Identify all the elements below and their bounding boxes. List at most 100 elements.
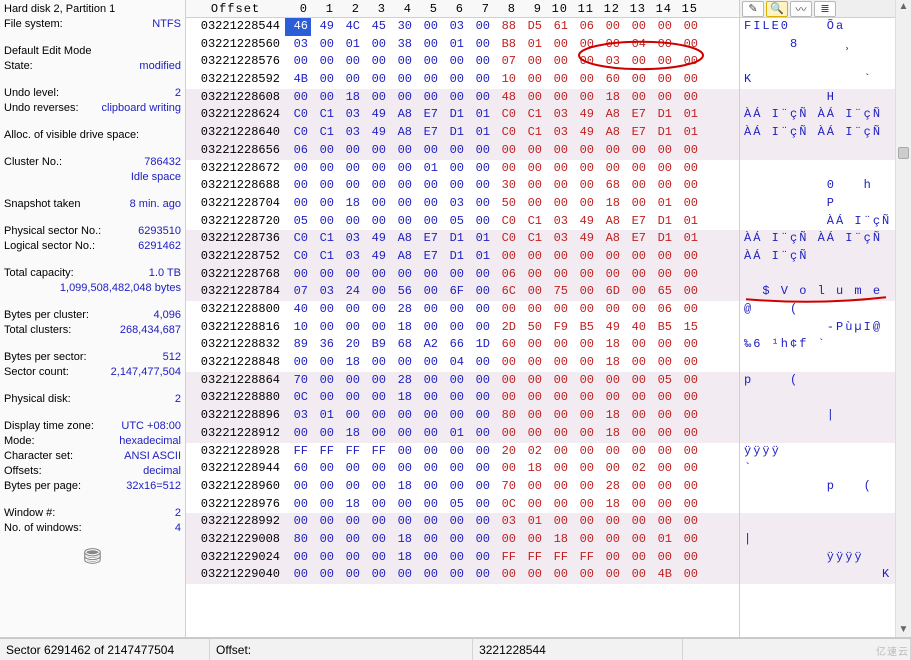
- hex-byte[interactable]: 00: [519, 177, 545, 195]
- hex-byte[interactable]: 24: [337, 283, 363, 301]
- hex-byte[interactable]: 18: [337, 425, 363, 443]
- hex-byte[interactable]: 00: [415, 460, 441, 478]
- hex-byte[interactable]: 15: [675, 319, 701, 337]
- hex-byte[interactable]: 00: [285, 177, 311, 195]
- hex-col-15[interactable]: 15: [675, 2, 701, 16]
- ascii-row[interactable]: p (: [740, 478, 895, 496]
- hex-byte[interactable]: 18: [545, 531, 571, 549]
- hex-byte[interactable]: 00: [311, 195, 337, 213]
- hex-byte[interactable]: 00: [337, 549, 363, 567]
- hex-byte[interactable]: 65: [649, 283, 675, 301]
- hex-byte[interactable]: 00: [389, 407, 415, 425]
- hex-byte[interactable]: 00: [337, 389, 363, 407]
- hex-byte[interactable]: 00: [545, 248, 571, 266]
- hex-byte[interactable]: 00: [519, 425, 545, 443]
- hex-byte[interactable]: C0: [493, 124, 519, 142]
- hex-byte[interactable]: D1: [649, 230, 675, 248]
- hex-byte[interactable]: 05: [649, 372, 675, 390]
- hex-byte[interactable]: 06: [571, 18, 597, 36]
- hex-row[interactable]: 0322122886470000000280000000000000000000…: [186, 372, 739, 390]
- hex-byte[interactable]: 00: [675, 301, 701, 319]
- hex-byte[interactable]: 00: [519, 372, 545, 390]
- hex-byte[interactable]: 18: [597, 336, 623, 354]
- hex-col-3[interactable]: 3: [363, 2, 389, 16]
- row-address[interactable]: 03221228720: [186, 213, 285, 231]
- hex-byte[interactable]: 56: [389, 283, 415, 301]
- hex-byte[interactable]: 00: [337, 531, 363, 549]
- scroll-down-icon[interactable]: ▼: [896, 623, 911, 637]
- hex-byte[interactable]: 00: [311, 53, 337, 71]
- fs-value[interactable]: NTFS: [152, 17, 181, 32]
- hex-byte[interactable]: 00: [649, 389, 675, 407]
- hex-byte[interactable]: 00: [467, 53, 493, 71]
- hex-byte[interactable]: 01: [311, 407, 337, 425]
- hex-byte[interactable]: 00: [467, 478, 493, 496]
- scroll-thumb[interactable]: [898, 147, 909, 159]
- row-address[interactable]: 03221228672: [186, 160, 285, 178]
- hex-byte[interactable]: 00: [571, 407, 597, 425]
- hex-byte[interactable]: FF: [519, 549, 545, 567]
- hex-byte[interactable]: 00: [389, 513, 415, 531]
- hex-byte[interactable]: 03: [493, 513, 519, 531]
- hex-byte[interactable]: 00: [389, 425, 415, 443]
- hex-byte[interactable]: 00: [649, 354, 675, 372]
- hex-byte[interactable]: 00: [545, 425, 571, 443]
- hex-byte[interactable]: 00: [545, 53, 571, 71]
- phys-sector-value[interactable]: 6293510: [138, 224, 181, 239]
- hex-byte[interactable]: 00: [675, 372, 701, 390]
- hex-byte[interactable]: C0: [493, 213, 519, 231]
- hex-byte[interactable]: 01: [675, 124, 701, 142]
- hex-byte[interactable]: 00: [389, 460, 415, 478]
- hex-byte[interactable]: 00: [311, 513, 337, 531]
- hex-byte[interactable]: 00: [415, 513, 441, 531]
- hex-byte[interactable]: 07: [285, 283, 311, 301]
- hex-byte[interactable]: 00: [441, 372, 467, 390]
- hex-byte[interactable]: 00: [311, 389, 337, 407]
- hex-byte[interactable]: 02: [623, 460, 649, 478]
- hex-byte[interactable]: 00: [571, 425, 597, 443]
- hex-byte[interactable]: 00: [545, 513, 571, 531]
- hex-byte[interactable]: 00: [649, 549, 675, 567]
- tool-btn-search-icon[interactable]: 🔍: [766, 1, 788, 17]
- hex-byte[interactable]: 00: [649, 425, 675, 443]
- hex-byte[interactable]: D1: [441, 106, 467, 124]
- hex-byte[interactable]: C1: [519, 230, 545, 248]
- hex-byte[interactable]: 00: [415, 53, 441, 71]
- hex-byte[interactable]: 03: [545, 106, 571, 124]
- row-address[interactable]: 03221228784: [186, 283, 285, 301]
- hex-byte[interactable]: 00: [675, 36, 701, 54]
- hex-byte[interactable]: 00: [311, 460, 337, 478]
- hex-byte[interactable]: 00: [623, 71, 649, 89]
- ascii-row[interactable]: ÿÿÿÿ: [740, 443, 895, 461]
- hex-byte[interactable]: 00: [415, 213, 441, 231]
- hex-byte[interactable]: 28: [389, 372, 415, 390]
- hex-byte[interactable]: 4B: [285, 71, 311, 89]
- hex-byte[interactable]: B9: [363, 336, 389, 354]
- hex-byte[interactable]: 38: [389, 36, 415, 54]
- hex-row[interactable]: 03221228752C0C10349A8E7D1010000000000000…: [186, 248, 739, 266]
- ascii-row[interactable]: 8 ¸: [740, 36, 895, 54]
- hex-byte[interactable]: 00: [415, 283, 441, 301]
- hex-row[interactable]: 03221228928FFFFFFFF000000002002000000000…: [186, 443, 739, 461]
- hex-byte[interactable]: 00: [649, 71, 675, 89]
- hex-byte[interactable]: 00: [467, 89, 493, 107]
- hex-byte[interactable]: 00: [467, 389, 493, 407]
- hex-byte[interactable]: F9: [545, 319, 571, 337]
- hex-byte[interactable]: A8: [597, 213, 623, 231]
- hex-byte[interactable]: 00: [649, 496, 675, 514]
- hex-byte[interactable]: 00: [285, 89, 311, 107]
- hex-byte[interactable]: 00: [545, 266, 571, 284]
- hex-byte[interactable]: 00: [493, 142, 519, 160]
- hex-byte[interactable]: 00: [363, 301, 389, 319]
- hex-byte[interactable]: A8: [389, 248, 415, 266]
- hex-byte[interactable]: 00: [571, 283, 597, 301]
- hex-byte[interactable]: C1: [519, 213, 545, 231]
- hex-byte[interactable]: 00: [441, 478, 467, 496]
- hex-byte[interactable]: 03: [441, 195, 467, 213]
- hex-byte[interactable]: 04: [623, 36, 649, 54]
- hex-row[interactable]: 032212285600300010038000100B801000000040…: [186, 36, 739, 54]
- hex-byte[interactable]: 00: [571, 478, 597, 496]
- hex-row[interactable]: 0322122889603010000000000008000000018000…: [186, 407, 739, 425]
- hex-byte[interactable]: 00: [285, 496, 311, 514]
- hex-byte[interactable]: 49: [363, 124, 389, 142]
